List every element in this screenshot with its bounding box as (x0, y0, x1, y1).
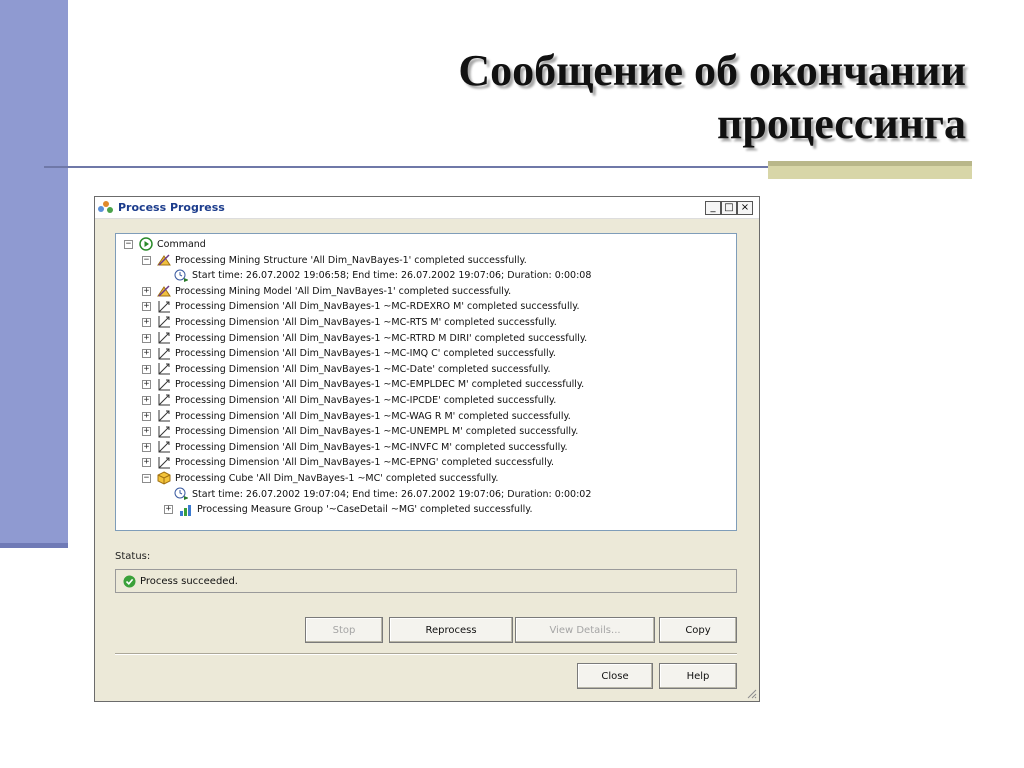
dimension-icon (157, 456, 171, 470)
tree-root-label: Command (157, 238, 206, 250)
tree-row-text: Processing Dimension 'All Dim_NavBayes-1… (175, 394, 557, 406)
expand-toggle[interactable]: + (142, 442, 151, 452)
clock-icon (174, 269, 188, 283)
slide-title-line1: Сообщение об окончании (458, 46, 966, 95)
minimize-button[interactable]: _ (705, 201, 721, 215)
tree-row-text: Processing Dimension 'All Dim_NavBayes-1… (175, 426, 579, 438)
expand-toggle[interactable]: + (142, 333, 151, 343)
maximize-button[interactable]: □ (721, 201, 737, 215)
dimension-icon (157, 362, 171, 376)
expand-toggle[interactable]: + (142, 458, 151, 468)
collapse-toggle[interactable]: − (142, 473, 151, 483)
tree-row[interactable]: + Processing Dimension 'All Dim_NavBayes-… (142, 455, 554, 471)
tree-row[interactable]: − Processing Mining Structure 'All Dim_Na… (142, 252, 527, 268)
tree-row[interactable]: + Processing Dimension 'All Dim_NavBayes-… (142, 314, 557, 330)
slide-left-bar (0, 0, 68, 548)
progress-tree[interactable]: − Command − Processing Mining Structure '… (115, 233, 737, 531)
expand-toggle[interactable]: + (142, 302, 151, 312)
expand-toggle[interactable]: + (142, 317, 151, 327)
copy-button[interactable]: Copy (659, 617, 737, 643)
collapse-toggle[interactable]: − (124, 239, 133, 249)
expand-toggle[interactable]: + (142, 349, 151, 359)
expand-toggle[interactable]: + (142, 411, 151, 421)
tree-row[interactable]: + Processing Dimension 'All Dim_NavBayes-… (142, 424, 578, 440)
expand-toggle[interactable]: + (142, 395, 151, 405)
tree-row-text: Processing Measure Group '~CaseDetail ~M… (197, 504, 533, 516)
tree-row-text: Processing Dimension 'All Dim_NavBayes-1… (175, 379, 585, 391)
expand-toggle[interactable]: + (142, 427, 151, 437)
tree-row[interactable]: + Processing Dimension 'All Dim_NavBayes-… (142, 361, 551, 377)
play-icon (139, 237, 153, 251)
view-details-button[interactable]: View Details... (515, 617, 655, 643)
tree-row-text: Processing Mining Structure 'All Dim_Nav… (175, 254, 527, 266)
slide-title-line2: процессинга (717, 99, 966, 148)
tree-row[interactable]: − Processing Cube 'All Dim_NavBayes-1 ~MC… (142, 470, 498, 486)
tree-row-text: Processing Dimension 'All Dim_NavBayes-1… (175, 457, 554, 469)
process-progress-window: Process Progress _ □ × − Command − Proces… (94, 196, 760, 702)
tree-row[interactable]: + Processing Measure Group '~CaseDetail ~… (164, 502, 533, 518)
tree-row-text: Processing Dimension 'All Dim_NavBayes-1… (175, 316, 557, 328)
slide-accent-block-edge (768, 161, 972, 166)
slide-left-bar-edge (0, 543, 68, 548)
dimension-icon (157, 409, 171, 423)
dimension-icon (157, 393, 171, 407)
dimension-icon (157, 331, 171, 345)
tree-row[interactable]: + Processing Dimension 'All Dim_NavBayes-… (142, 392, 556, 408)
mining-structure-icon (157, 253, 171, 267)
dimension-icon (157, 440, 171, 454)
status-box: Process succeeded. (115, 569, 737, 593)
status-label: Status: (115, 551, 151, 562)
resize-grip-icon[interactable] (745, 687, 757, 699)
close-window-button[interactable]: × (737, 201, 753, 215)
tree-row-text: Processing Dimension 'All Dim_NavBayes-1… (175, 332, 588, 344)
tree-row-text: Start time: 26.07.2002 19:07:04; End tim… (192, 488, 592, 500)
tree-row[interactable]: + Processing Mining Model 'All Dim_NavBay… (142, 283, 511, 299)
tree-row[interactable]: + Processing Dimension 'All Dim_NavBayes-… (142, 439, 568, 455)
mining-model-icon (157, 284, 171, 298)
success-check-icon (122, 574, 136, 588)
tree-row-text: Processing Mining Model 'All Dim_NavBaye… (175, 285, 512, 297)
close-button[interactable]: Close (577, 663, 653, 689)
dimension-icon (157, 347, 171, 361)
tree-row[interactable]: + Processing Dimension 'All Dim_NavBayes-… (142, 408, 571, 424)
tree-row[interactable]: + Processing Dimension 'All Dim_NavBayes-… (142, 377, 584, 393)
reprocess-button[interactable]: Reprocess (389, 617, 513, 643)
tree-row-text: Processing Dimension 'All Dim_NavBayes-1… (175, 301, 580, 313)
tree-row[interactable]: + Processing Dimension 'All Dim_NavBayes-… (142, 330, 587, 346)
tree-row-text: Start time: 26.07.2002 19:06:58; End tim… (192, 270, 592, 282)
window-title: Process Progress (118, 201, 225, 214)
dimension-icon (157, 300, 171, 314)
tree-row[interactable]: + Processing Dimension 'All Dim_NavBayes-… (142, 299, 580, 315)
expand-toggle[interactable]: + (142, 286, 151, 296)
expand-toggle[interactable]: + (164, 505, 173, 515)
button-separator (115, 653, 737, 655)
tree-row[interactable]: Start time: 26.07.2002 19:07:04; End tim… (174, 486, 591, 502)
tree-row-text: Processing Dimension 'All Dim_NavBayes-1… (175, 410, 571, 422)
slide-title: Сообщение об окончании процессинга (266, 44, 966, 150)
expand-toggle[interactable]: + (142, 364, 151, 374)
dimension-icon (157, 315, 171, 329)
cube-icon (157, 471, 171, 485)
tree-row-text: Processing Cube 'All Dim_NavBayes-1 ~MC'… (175, 472, 499, 484)
expand-toggle[interactable]: + (142, 380, 151, 390)
clock-icon (174, 487, 188, 501)
measure-group-icon (179, 503, 193, 517)
window-titlebar[interactable]: Process Progress _ □ × (95, 197, 759, 219)
tree-row[interactable]: + Processing Dimension 'All Dim_NavBayes-… (142, 346, 556, 362)
process-icon (98, 200, 114, 216)
tree-row-text: Processing Dimension 'All Dim_NavBayes-1… (175, 363, 551, 375)
status-text: Process succeeded. (140, 575, 238, 587)
tree-row[interactable]: Start time: 26.07.2002 19:06:58; End tim… (174, 268, 591, 284)
dimension-icon (157, 378, 171, 392)
dimension-icon (157, 425, 171, 439)
collapse-toggle[interactable]: − (142, 255, 151, 265)
stop-button[interactable]: Stop (305, 617, 383, 643)
help-button[interactable]: Help (659, 663, 737, 689)
tree-row-text: Processing Dimension 'All Dim_NavBayes-1… (175, 348, 556, 360)
tree-root[interactable]: − Command (124, 236, 206, 252)
tree-row-text: Processing Dimension 'All Dim_NavBayes-1… (175, 441, 568, 453)
